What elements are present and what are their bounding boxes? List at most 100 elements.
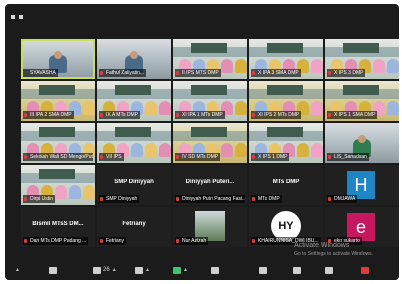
student-figure — [387, 59, 399, 73]
student-figure — [297, 143, 309, 157]
more-button[interactable] — [361, 265, 369, 275]
participant-tile[interactable]: Diniyyah Puteri... Diniyyah Putri Pacang … — [173, 165, 247, 205]
mic-muted-icon — [176, 113, 179, 117]
participant-name-label: Diniyyah Putri Pacang Fasi... — [175, 195, 245, 203]
participant-name-label: Nur Azizah — [175, 237, 209, 245]
classroom-board — [267, 85, 303, 95]
participant-tile[interactable]: Sekolah Wali SD Mengo/Putri... — [21, 123, 95, 163]
student-figure — [145, 101, 157, 115]
participant-tile[interactable]: LIS_Sanadsan — [325, 123, 399, 163]
participant-tile[interactable]: MTs DMP MTs DMP — [249, 165, 323, 205]
share-screen-button[interactable]: ▲ — [173, 265, 188, 275]
participant-tile[interactable]: X IPS 1 SMA DMP — [325, 81, 399, 121]
participant-tile[interactable]: IV SD MTs DMP — [173, 123, 247, 163]
participant-tile[interactable]: VII IPS — [97, 123, 171, 163]
student-figure — [311, 143, 323, 157]
mic-muted-icon — [328, 71, 331, 75]
student-figure — [235, 143, 247, 157]
whiteboard-button[interactable] — [325, 265, 333, 275]
zoom-meeting-window: SYAVASHA Fathul Zaliyatin... II IPS MTS DM… — [5, 4, 399, 280]
participant-tile[interactable]: HY KHAIRUNNISA_DWI IBU... — [249, 207, 323, 247]
record-icon — [211, 266, 219, 274]
reactions-button[interactable] — [293, 265, 301, 275]
student-figure — [83, 101, 95, 115]
participant-tile[interactable]: Fathul Zaliyatin... — [97, 39, 171, 79]
classroom-board — [39, 85, 75, 95]
participant-tile[interactable]: IX A MTs DMP — [97, 81, 171, 121]
record-button[interactable] — [211, 265, 219, 275]
participant-name-label: IV SD MTs DMP — [175, 153, 221, 161]
caret-up-icon[interactable]: ▲ — [13, 265, 20, 275]
classroom-board — [115, 85, 151, 95]
participant-name-label: XI IPA 1 MTs DMP — [175, 111, 225, 119]
participant-tile[interactable]: Fetriany Fetriany — [97, 207, 171, 247]
mic-muted-icon — [100, 239, 103, 243]
participant-name-label: XI IPS 2 MTs DMP — [251, 111, 302, 119]
participant-tile[interactable]: X IPS 1 DMP — [249, 123, 323, 163]
participant-head — [54, 51, 62, 59]
share-screen-icon — [173, 266, 181, 274]
participant-tile[interactable]: XI IPA 1 MTs DMP — [173, 81, 247, 121]
participants-button[interactable]: 26 ▲ — [93, 265, 117, 275]
mic-muted-icon — [252, 239, 255, 243]
mic-muted-icon — [24, 113, 27, 117]
student-figure — [387, 101, 399, 115]
mic-muted-icon — [252, 71, 255, 75]
participant-tile[interactable]: Dirpi Ustin — [21, 165, 95, 205]
student-figure — [55, 185, 67, 199]
video-grid: SYAVASHA Fathul Zaliyatin... II IPS MTS DM… — [21, 39, 399, 247]
student-figure — [131, 143, 143, 157]
activate-windows-watermark: Activate Windows Go to Settings to activ… — [294, 242, 373, 258]
mic-muted-icon — [100, 113, 103, 117]
participant-name-label: SYAVASHA — [23, 69, 58, 77]
chat-button[interactable]: ▲ — [135, 265, 150, 275]
participant-name-label: Fetriany — [99, 237, 127, 245]
mic-muted-icon — [100, 155, 103, 159]
participant-tile[interactable]: Bismil MTsS DM... Dari MTs DMP Padang ... — [21, 207, 95, 247]
mic-muted-icon — [176, 197, 179, 201]
participant-display-name: SMP Diniyyah — [114, 179, 154, 185]
shield-icon[interactable] — [49, 265, 57, 275]
top-bar — [5, 4, 399, 32]
student-figure — [221, 143, 233, 157]
student-figure — [235, 101, 247, 115]
participant-tile[interactable]: H DMJAWA — [325, 165, 399, 205]
grid-view-icon[interactable] — [19, 15, 23, 19]
participant-tile[interactable]: Nur Azizah — [173, 207, 247, 247]
classroom-board — [267, 127, 303, 137]
participant-tile[interactable]: XI IPS 2 MTs DMP — [249, 81, 323, 121]
participant-tile[interactable]: III IPA 2 SMA DMP — [21, 81, 95, 121]
breakout-rooms-button[interactable] — [259, 265, 267, 275]
participant-tile[interactable]: II IPS MTS DMP — [173, 39, 247, 79]
classroom-board — [115, 127, 151, 137]
meeting-toolbar: ▲ 26 ▲ ▲ ▲ — [5, 260, 399, 280]
student-figure — [159, 143, 171, 157]
participant-tile[interactable]: SMP Diniyyah SMP Diniyyah — [97, 165, 171, 205]
participant-display-name: Fetriany — [122, 221, 146, 227]
watermark-subtitle: Go to Settings to activate Windows. — [294, 251, 373, 257]
pin-icon[interactable] — [11, 15, 15, 19]
classroom-board — [39, 127, 75, 137]
mic-muted-icon — [24, 239, 27, 243]
participant-tile[interactable]: e eko sukarto — [325, 207, 399, 247]
student-figure — [311, 59, 323, 73]
mic-muted-icon — [100, 197, 103, 201]
student-figure — [69, 185, 81, 199]
participant-name-label: X IPA 3 SMA DMP — [251, 69, 301, 77]
student-figure — [83, 185, 95, 199]
participant-tile[interactable]: X IPA 3 SMA DMP — [249, 39, 323, 79]
participant-head — [130, 51, 138, 59]
mic-muted-icon — [328, 113, 331, 117]
breakout-rooms-icon — [259, 266, 267, 274]
participant-tile[interactable]: SYAVASHA — [21, 39, 95, 79]
participant-name-label: MTs DMP — [251, 195, 282, 203]
mic-muted-icon — [328, 197, 331, 201]
participant-tile[interactable]: X IPS 3 DMP — [325, 39, 399, 79]
participant-name-label: Sekolah Wali SD Mengo/Putri... — [23, 153, 93, 161]
classroom-board — [39, 169, 75, 179]
participant-head — [358, 135, 366, 143]
mic-muted-icon — [24, 155, 27, 159]
student-figure — [221, 59, 233, 73]
student-figure — [159, 101, 171, 115]
more-icon — [361, 266, 369, 274]
